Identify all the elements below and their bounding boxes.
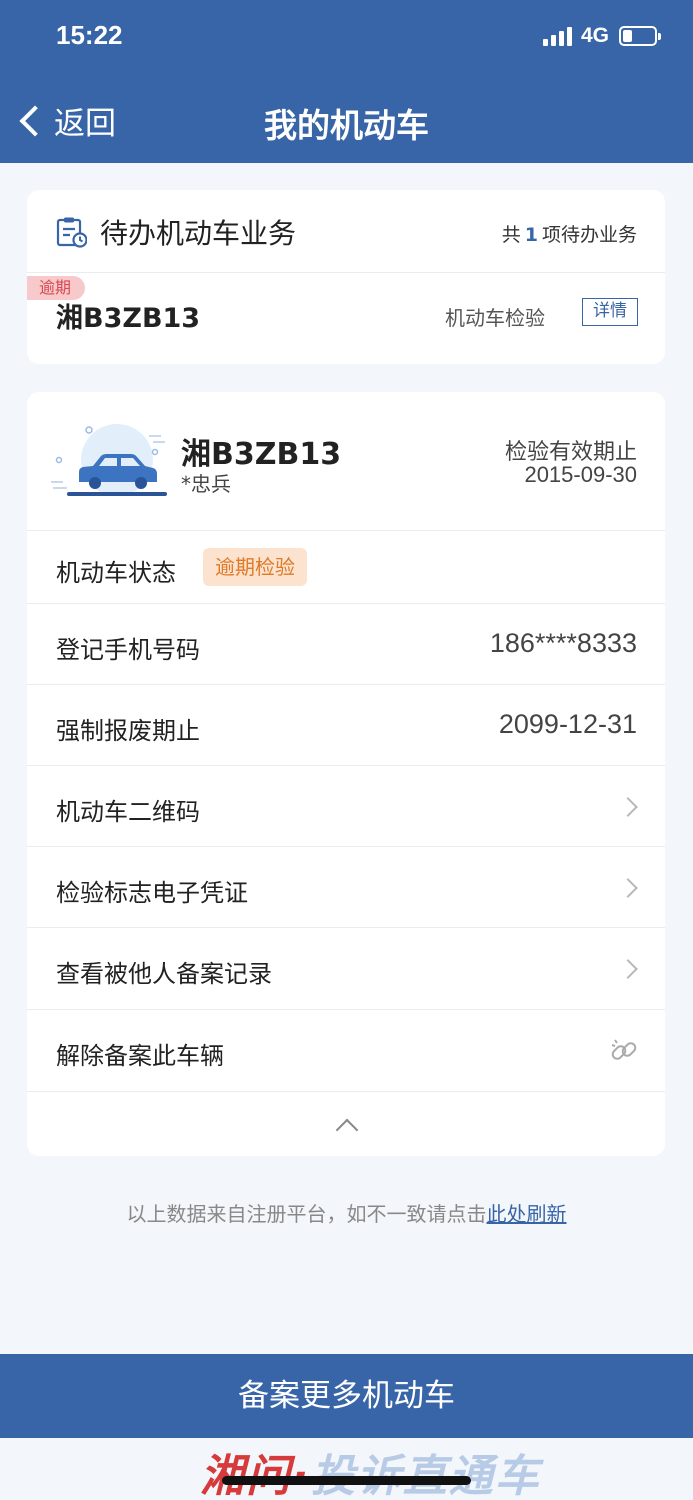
vehicle-owner: *忠兵 [181, 472, 231, 496]
status-badge: 逾期检验 [203, 548, 307, 586]
count-suffix: 项待办业务 [541, 224, 637, 246]
pending-service: 机动车检验 [445, 306, 545, 330]
count-number: 1 [524, 224, 538, 246]
certificate-label: 检验标志电子凭证 [56, 879, 248, 907]
scrap-date-value: 2099-12-31 [498, 709, 637, 739]
battery-icon [619, 26, 661, 46]
car-icon [51, 424, 167, 496]
scrap-date-label: 强制报废期止 [56, 717, 200, 745]
footnote-text: 以上数据来自注册平台，如不一致请点击 [126, 1202, 487, 1226]
chevron-right-icon [618, 878, 638, 898]
phone-label: 登记手机号码 [56, 636, 200, 664]
chevron-up-icon [335, 1118, 359, 1142]
status-indicators: 4G [542, 24, 661, 48]
pending-plate: 湘B3ZB13 [56, 303, 201, 334]
register-more-vehicles-button[interactable]: 备案更多机动车 [0, 1354, 693, 1438]
row-unbind[interactable]: 解除备案此车辆 [27, 1010, 665, 1092]
status-time: 15:22 [56, 20, 123, 50]
pending-business-card: 待办机动车业务 共 1 项待办业务 逾期 湘B3ZB13 机动车检验 详情 [27, 190, 665, 364]
chevron-right-icon [618, 797, 638, 817]
row-scrap-date: 强制报废期止 2099-12-31 [27, 685, 665, 766]
top-bar: 15:22 4G 返回 我的机动车 [0, 0, 693, 163]
unlink-icon [611, 1039, 637, 1060]
signal-icon [542, 26, 575, 46]
count-prefix: 共 [501, 224, 521, 246]
pending-count: 共 1 项待办业务 [502, 220, 637, 247]
row-phone: 登记手机号码 186****8333 [27, 604, 665, 685]
network-type: 4G [580, 24, 609, 47]
chevron-right-icon [618, 959, 638, 979]
row-records[interactable]: 查看被他人备案记录 [27, 928, 665, 1010]
clipboard-icon [56, 217, 87, 248]
vehicle-card: 湘B3ZB13 *忠兵 检验有效期止 2015-09-30 机动车状态 逾期检验… [27, 392, 665, 1156]
unbind-label: 解除备案此车辆 [56, 1042, 224, 1070]
collapse-button[interactable] [27, 1092, 665, 1156]
watermark-logo: 湘问·投诉直通车 [200, 1440, 541, 1500]
home-indicator[interactable] [222, 1476, 471, 1485]
data-source-note: 以上数据来自注册平台，如不一致请点击此处刷新 [0, 1198, 693, 1227]
inspection-valid-date: 2015-09-30 [524, 462, 637, 487]
row-qrcode[interactable]: 机动车二维码 [27, 766, 665, 847]
phone-value: 186****8333 [489, 628, 637, 658]
detail-button[interactable]: 详情 [582, 298, 638, 326]
refresh-link[interactable]: 此处刷新 [487, 1202, 567, 1226]
vehicle-plate: 湘B3ZB13 [181, 437, 342, 472]
pending-title: 待办机动车业务 [100, 217, 297, 250]
qrcode-label: 机动车二维码 [56, 798, 200, 826]
page-title: 我的机动车 [264, 106, 429, 145]
vehicle-status-label: 机动车状态 [56, 559, 176, 587]
vehicle-header: 湘B3ZB13 *忠兵 检验有效期止 2015-09-30 [27, 392, 665, 531]
records-label: 查看被他人备案记录 [56, 960, 272, 988]
row-vehicle-status: 机动车状态 逾期检验 [27, 531, 665, 604]
row-certificate[interactable]: 检验标志电子凭证 [27, 847, 665, 928]
pending-header: 待办机动车业务 共 1 项待办业务 [27, 190, 665, 273]
